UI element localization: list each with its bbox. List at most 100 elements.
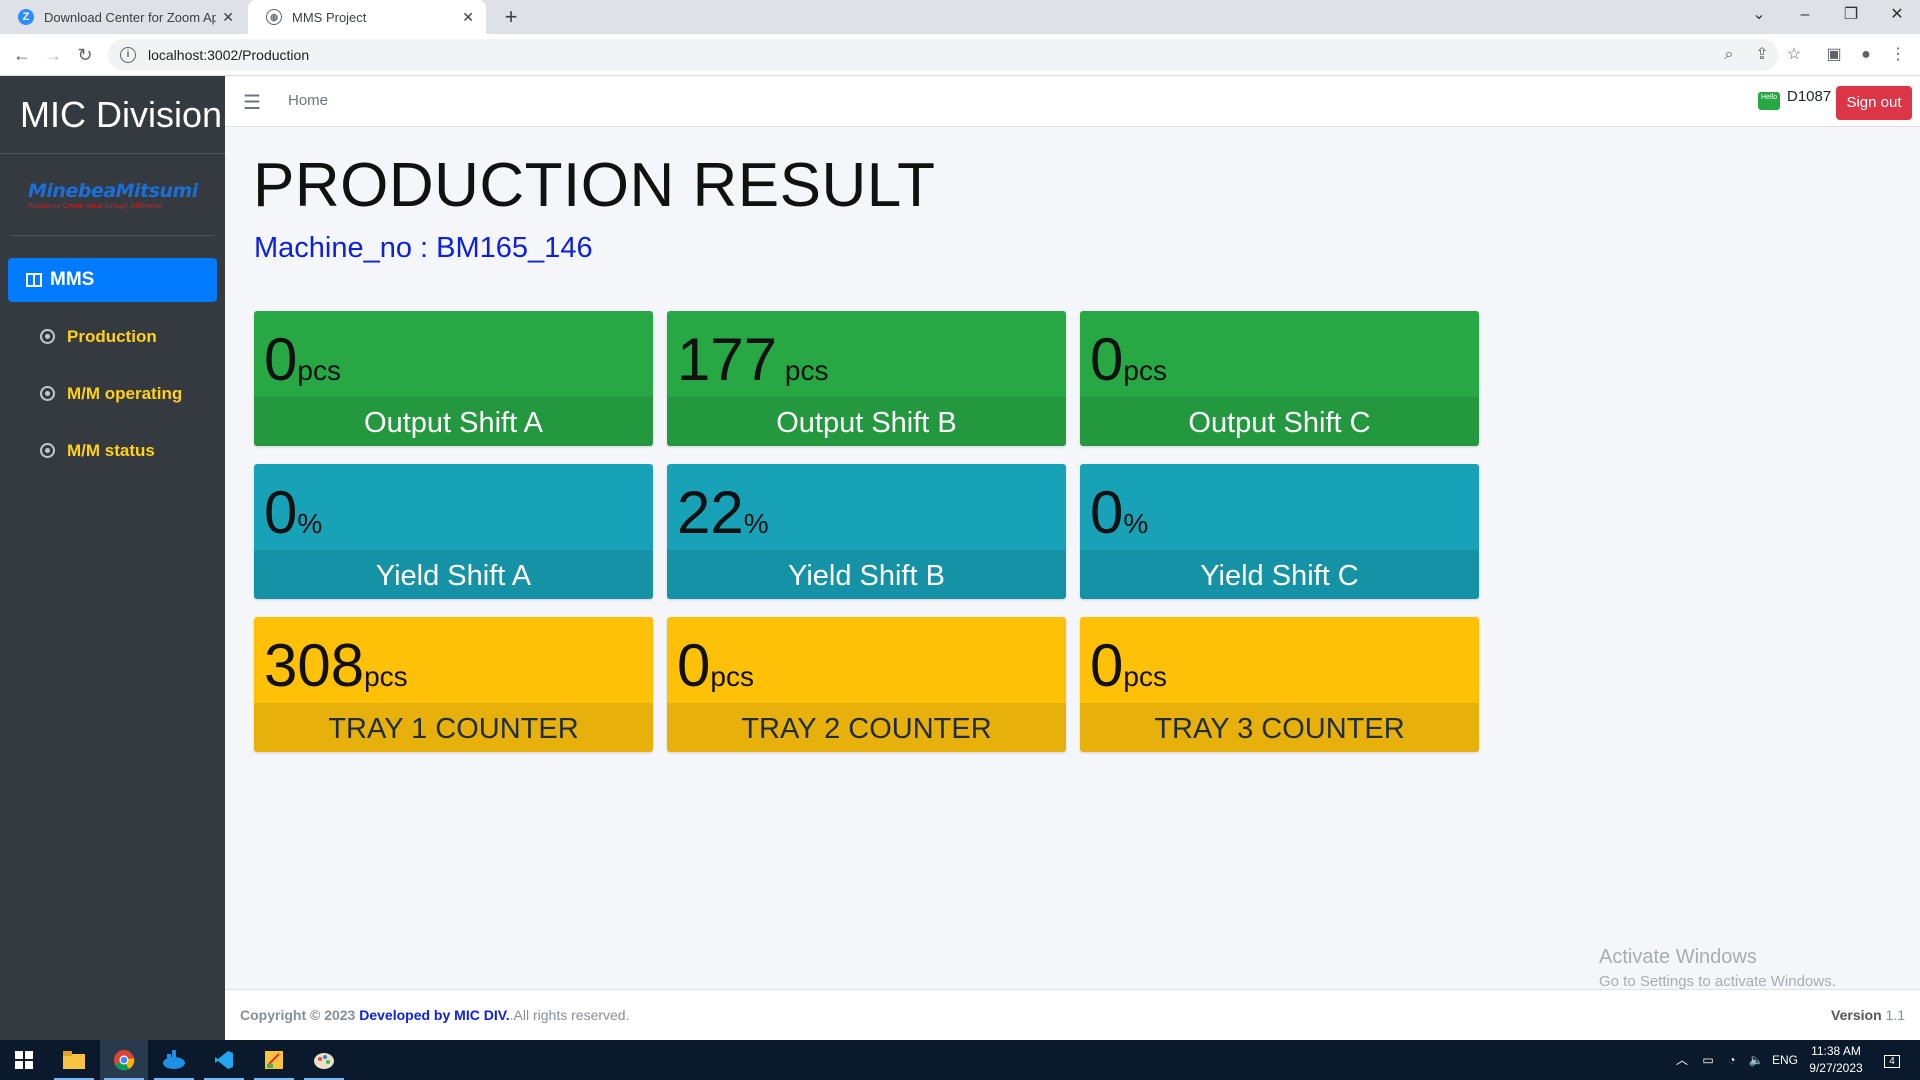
card-unit: pcs <box>710 661 754 692</box>
browser-tab-mms[interactable]: ◍ MMS Project ✕ <box>248 0 486 34</box>
version-label: Version <box>1831 1007 1882 1023</box>
card-value: 0pcs <box>1090 632 1167 699</box>
network-icon[interactable]: ◔ <box>1720 1040 1744 1080</box>
card-output-shift-a: 0pcs Output Shift A <box>254 311 653 446</box>
bookmark-star-icon[interactable]: ☆ <box>1780 40 1808 70</box>
card-unit: pcs <box>777 355 829 386</box>
sign-out-button[interactable]: Sign out <box>1836 86 1912 120</box>
card-value: 177 pcs <box>677 326 829 393</box>
clock-date: 9/27/2023 <box>1809 1061 1863 1075</box>
forward-icon[interactable]: → <box>38 40 68 70</box>
windows-taskbar: ︿ ▭ ◔ 🔈 ENG 11:38 AM 9/27/2023 4 <box>0 1040 1920 1080</box>
card-tray-2-counter: 0pcs TRAY 2 COUNTER <box>667 617 1066 752</box>
vscode-icon[interactable] <box>200 1040 248 1080</box>
browser-tab-strip: Z Download Center for Zoom Apps ✕ ◍ MMS … <box>0 0 1920 34</box>
card-tray-3-counter: 0pcs TRAY 3 COUNTER <box>1080 617 1479 752</box>
back-icon[interactable]: ← <box>7 40 37 70</box>
paint-app-icon[interactable] <box>300 1040 348 1080</box>
logo-tagline: Passion to Create Value through Differen… <box>28 202 163 210</box>
logo-wordmark: MinebeaMitsumi <box>28 179 198 202</box>
file-explorer-icon[interactable] <box>50 1040 98 1080</box>
card-value: 0% <box>264 479 323 546</box>
site-info-icon[interactable]: i <box>120 47 136 63</box>
card-unit: % <box>297 508 323 539</box>
editor-app-icon[interactable] <box>250 1040 298 1080</box>
browser-tab-zoom[interactable]: Z Download Center for Zoom Apps ✕ <box>0 0 246 34</box>
zoom-icon[interactable]: ⌕ <box>1715 40 1743 70</box>
page-title: PRODUCTION RESULT <box>253 151 936 220</box>
user-name: D1087 <box>1787 88 1832 105</box>
restore-button[interactable]: ❐ <box>1828 0 1874 32</box>
minimize-button[interactable]: – <box>1782 0 1828 32</box>
address-bar[interactable]: i localhost:3002/Production <box>108 39 1778 71</box>
top-navbar: ☰ Home Hello D1087 Sign out <box>225 76 1920 127</box>
brand-title[interactable]: MIC Division <box>0 76 225 154</box>
card-unit: pcs <box>364 661 408 692</box>
sidebar-item-production[interactable]: Production <box>8 308 225 365</box>
card-unit: pcs <box>1123 355 1167 386</box>
sidebar-item-label: M/M operating <box>67 383 183 403</box>
close-tab-icon[interactable]: ✕ <box>222 9 234 26</box>
volume-muted-icon[interactable]: 🔈 <box>1744 1040 1768 1080</box>
windows-start-icon[interactable] <box>0 1040 48 1080</box>
docker-icon[interactable] <box>150 1040 198 1080</box>
card-unit: pcs <box>1123 661 1167 692</box>
sidebar: MIC Division MinebeaMitsumi Passion to C… <box>0 76 225 1040</box>
language-indicator[interactable]: ENG <box>1770 1040 1800 1080</box>
home-link[interactable]: Home <box>288 92 328 109</box>
hello-badge-icon: Hello <box>1758 92 1780 110</box>
sidebar-item-mm-operating[interactable]: M/M operating <box>8 365 225 422</box>
dot-circle-icon <box>40 443 55 458</box>
new-tab-button[interactable]: + <box>498 4 524 30</box>
sidebar-item-label: Production <box>67 326 157 346</box>
dot-circle-icon <box>40 386 55 401</box>
card-unit: pcs <box>297 355 341 386</box>
reload-icon[interactable]: ↻ <box>70 40 100 70</box>
browser-toolbar: ← → ↻ i localhost:3002/Production ⌕ ⇪ ☆ … <box>0 34 1920 76</box>
tab-title: MMS Project <box>292 9 367 25</box>
browser-menu-icon[interactable]: ⋮ <box>1884 40 1912 70</box>
card-value: 0% <box>1090 479 1149 546</box>
zoom-favicon-icon: Z <box>18 9 34 25</box>
watermark-subtitle: Go to Settings to activate Windows. <box>1599 973 1836 990</box>
side-panel-icon[interactable]: ▣ <box>1820 40 1848 70</box>
share-icon[interactable]: ⇪ <box>1748 40 1776 70</box>
globe-icon: ◍ <box>266 9 282 25</box>
card-output-shift-b: 177 pcs Output Shift B <box>667 311 1066 446</box>
sidebar-item-label: M/M status <box>67 440 155 460</box>
card-value: 0pcs <box>1090 326 1167 393</box>
copyright-text: Copyright © 2023 <box>240 1007 356 1023</box>
sidebar-item-mms[interactable]: MMS <box>8 258 217 302</box>
card-value: 0pcs <box>677 632 754 699</box>
table-icon <box>26 273 42 287</box>
footer: Copyright © 2023 Developed by MIC DIV..A… <box>225 989 1920 1040</box>
chrome-icon[interactable] <box>100 1040 148 1080</box>
card-yield-shift-b: 22% Yield Shift B <box>667 464 1066 599</box>
profile-avatar-icon[interactable]: ● <box>1852 40 1880 70</box>
dot-circle-icon <box>40 329 55 344</box>
sidebar-item-mm-status[interactable]: M/M status <box>8 422 225 479</box>
device-icon[interactable]: ▭ <box>1696 1040 1720 1080</box>
company-logo: MinebeaMitsumi Passion to Create Value t… <box>10 154 215 236</box>
menu-toggle-icon[interactable]: ☰ <box>243 90 261 115</box>
watermark-title: Activate Windows <box>1599 946 1757 968</box>
sidebar-item-label: MMS <box>50 269 95 290</box>
card-value: 308pcs <box>264 632 408 699</box>
close-tab-icon[interactable]: ✕ <box>462 9 474 26</box>
card-unit: % <box>1123 508 1149 539</box>
tab-search-icon[interactable]: ⌄ <box>1736 0 1782 32</box>
card-unit: % <box>743 508 769 539</box>
machine-number: Machine_no : BM165_146 <box>254 232 593 264</box>
notification-center-icon[interactable]: 4 <box>1876 1040 1908 1080</box>
system-clock[interactable]: 11:38 AM 9/27/2023 <box>1800 1043 1872 1077</box>
clock-time: 11:38 AM <box>1811 1044 1861 1058</box>
show-hidden-icons-icon[interactable]: ︿ <box>1670 1040 1694 1080</box>
card-value: 22% <box>677 479 769 546</box>
close-window-button[interactable]: ✕ <box>1874 0 1920 32</box>
card-yield-shift-c: 0% Yield Shift C <box>1080 464 1479 599</box>
card-output-shift-c: 0pcs Output Shift C <box>1080 311 1479 446</box>
url-text: localhost:3002/Production <box>148 47 310 63</box>
card-tray-1-counter: 308pcs TRAY 1 COUNTER <box>254 617 653 752</box>
version-value: 1.1 <box>1885 1007 1905 1023</box>
developer-link[interactable]: Developed by MIC DIV. <box>359 1007 509 1023</box>
